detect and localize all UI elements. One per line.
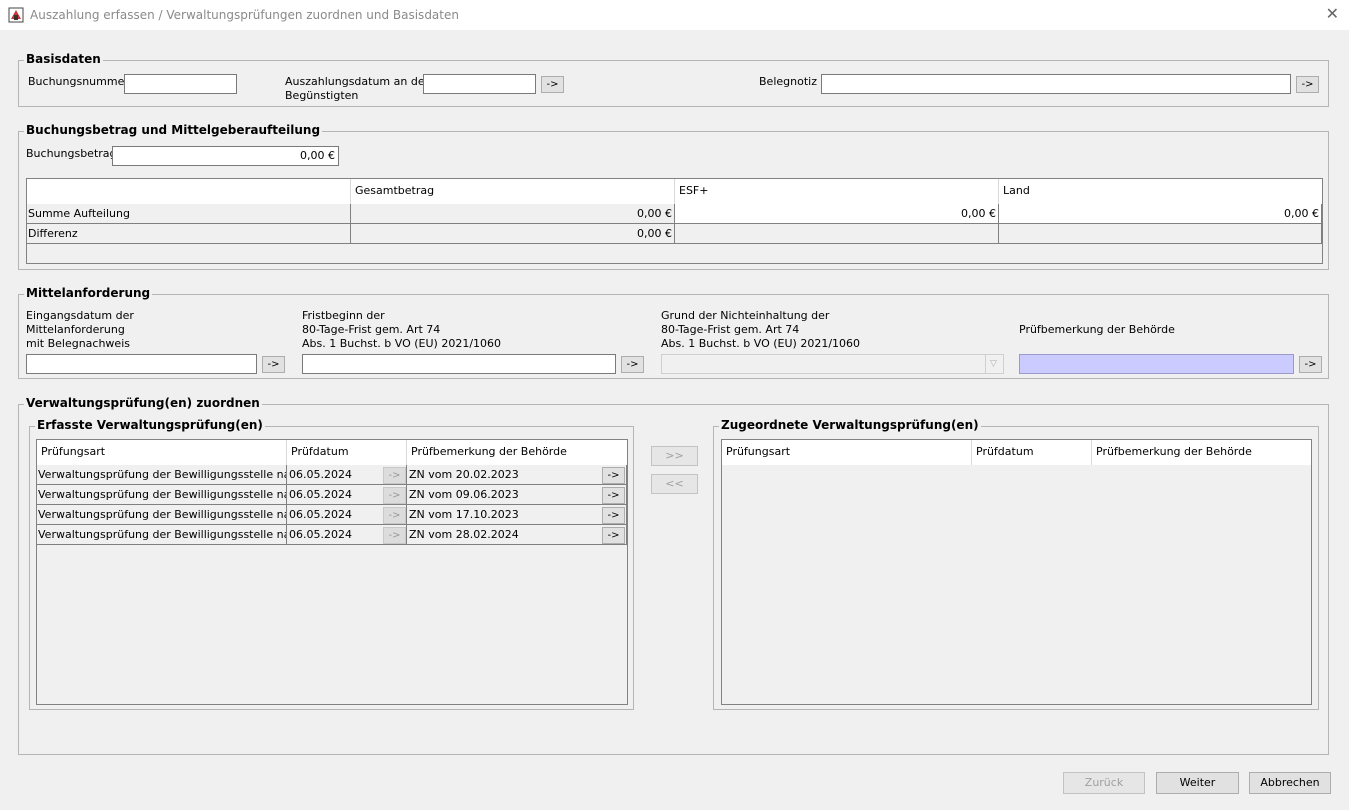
buchungsbetrag-input[interactable]: 0,00 € xyxy=(112,146,339,166)
eingang-label-1: Eingangsdatum der xyxy=(26,309,134,322)
auszahlungsdatum-input[interactable] xyxy=(423,74,536,94)
row-datum-arrow-button: -> xyxy=(383,507,406,524)
table-header-land: Land xyxy=(999,179,1322,204)
table-cell-esf xyxy=(675,224,999,244)
row-bemerkung-arrow-button[interactable]: -> xyxy=(602,507,625,524)
eingang-label-2: Mittelanforderung xyxy=(26,323,125,336)
pruef-label: Prüfbemerkung der Behörde xyxy=(1019,323,1175,336)
erfasst-header-datum: Prüfdatum xyxy=(287,440,407,465)
table-cell-gesamt: 0,00 € xyxy=(351,224,675,244)
erfasst-title: Erfasste Verwaltungsprüfung(en) xyxy=(35,418,265,432)
zugeordnet-header-bemerkung: Prüfbemerkung der Behörde xyxy=(1092,440,1311,465)
buchungsnummer-input[interactable] xyxy=(124,74,237,94)
pruef-arrow-button[interactable]: -> xyxy=(1299,356,1322,373)
next-button[interactable]: Weiter xyxy=(1156,772,1239,794)
auszahlungsdatum-label-1: Auszahlungsdatum an den xyxy=(285,75,432,88)
chevron-down-icon: ▽ xyxy=(985,355,1001,373)
row-pruefbemerkung: ZN vom 09.06.2023 xyxy=(407,485,627,505)
table-header-gesamtbetrag: Gesamtbetrag xyxy=(351,179,675,204)
mittelanforderung-title: Mittelanforderung xyxy=(24,286,153,300)
frist-label-2: 80-Tage-Frist gem. Art 74 xyxy=(302,323,441,336)
belegnotiz-label: Belegnotiz xyxy=(759,75,817,88)
close-icon[interactable]: ✕ xyxy=(1326,5,1339,23)
table-row-label: Differenz xyxy=(27,224,351,244)
table-row[interactable]: Verwaltungsprüfung der Bewilligungsstell… xyxy=(37,505,627,525)
verwaltung-title: Verwaltungsprüfung(en) zuordnen xyxy=(24,396,262,410)
table-cell-land[interactable]: 0,00 € xyxy=(999,204,1322,224)
row-pruefungsart: Verwaltungsprüfung der Bewilligungsstell… xyxy=(37,465,287,485)
frist-arrow-button[interactable]: -> xyxy=(621,356,644,373)
row-bemerkung-arrow-button[interactable]: -> xyxy=(602,527,625,544)
eingang-label-3: mit Belegnachweis xyxy=(26,337,130,350)
row-pruefbemerkung: ZN vom 28.02.2024 xyxy=(407,525,627,545)
frist-input[interactable] xyxy=(302,354,616,374)
app-icon xyxy=(8,7,24,23)
table-row[interactable]: Verwaltungsprüfung der Bewilligungsstell… xyxy=(37,485,627,505)
row-bemerkung-arrow-button[interactable]: -> xyxy=(602,487,625,504)
buchungsbetrag-label: Buchungsbetrag xyxy=(26,147,117,160)
table-header-empty xyxy=(27,179,351,204)
row-datum-arrow-button: -> xyxy=(383,527,406,544)
row-pruefbemerkung: ZN vom 20.02.2023 xyxy=(407,465,627,485)
row-pruefbemerkung: ZN vom 17.10.2023 xyxy=(407,505,627,525)
zugeordnet-header-datum: Prüfdatum xyxy=(972,440,1092,465)
zugeordnet-table[interactable]: Prüfungsart Prüfdatum Prüfbemerkung der … xyxy=(721,439,1312,705)
erfasst-table: Prüfungsart Prüfdatum Prüfbemerkung der … xyxy=(36,439,628,705)
grund-label-3: Abs. 1 Buchst. b VO (EU) 2021/1060 xyxy=(661,337,861,350)
table-cell-esf[interactable]: 0,00 € xyxy=(675,204,999,224)
row-pruefungsart: Verwaltungsprüfung der Bewilligungsstell… xyxy=(37,505,287,525)
move-left-button[interactable]: << xyxy=(651,474,698,494)
zugeordnet-title: Zugeordnete Verwaltungsprüfung(en) xyxy=(719,418,981,432)
table-cell-land xyxy=(999,224,1322,244)
table-row[interactable]: Verwaltungsprüfung der Bewilligungsstell… xyxy=(37,465,627,485)
eingang-arrow-button[interactable]: -> xyxy=(262,356,285,373)
auszahlungsdatum-arrow-button[interactable]: -> xyxy=(541,76,564,93)
table-header-esf: ESF+ xyxy=(675,179,999,204)
window-title: Auszahlung erfassen / Verwaltungsprüfung… xyxy=(30,8,459,22)
basisdaten-title: Basisdaten xyxy=(24,52,103,66)
erfasst-header-bemerkung: Prüfbemerkung der Behörde xyxy=(407,440,627,465)
cancel-button[interactable]: Abbrechen xyxy=(1249,772,1331,794)
buchungsnummer-label: Buchungsnummer xyxy=(28,75,129,88)
back-button[interactable]: Zurück xyxy=(1063,772,1145,794)
auszahlungsdatum-label-2: Begünstigten xyxy=(285,89,359,102)
grund-select[interactable]: ▽ xyxy=(661,354,1004,374)
grund-label-1: Grund der Nichteinhaltung der xyxy=(661,309,830,322)
row-bemerkung-arrow-button[interactable]: -> xyxy=(602,467,625,484)
table-cell-gesamt: 0,00 € xyxy=(351,204,675,224)
buchungsbetrag-title: Buchungsbetrag und Mittelgeberaufteilung xyxy=(24,123,323,137)
pruefbemerkung-input[interactable] xyxy=(1019,354,1294,374)
aufteilung-table: Gesamtbetrag ESF+ Land Summe Aufteilung … xyxy=(26,178,1323,264)
row-pruefungsart: Verwaltungsprüfung der Bewilligungsstell… xyxy=(37,525,287,545)
erfasst-header-art: Prüfungsart xyxy=(37,440,287,465)
row-pruefungsart: Verwaltungsprüfung der Bewilligungsstell… xyxy=(37,485,287,505)
frist-label-1: Fristbeginn der xyxy=(302,309,385,322)
move-right-button[interactable]: >> xyxy=(651,446,698,466)
frist-label-3: Abs. 1 Buchst. b VO (EU) 2021/1060 xyxy=(302,337,502,350)
eingang-input[interactable] xyxy=(26,354,257,374)
belegnotiz-input[interactable] xyxy=(821,74,1291,94)
belegnotiz-arrow-button[interactable]: -> xyxy=(1296,76,1319,93)
zugeordnet-header-art: Prüfungsart xyxy=(722,440,972,465)
table-row-label: Summe Aufteilung xyxy=(27,204,351,224)
row-datum-arrow-button: -> xyxy=(383,467,406,484)
title-bar: Auszahlung erfassen / Verwaltungsprüfung… xyxy=(0,0,1349,30)
table-row[interactable]: Verwaltungsprüfung der Bewilligungsstell… xyxy=(37,525,627,545)
grund-label-2: 80-Tage-Frist gem. Art 74 xyxy=(661,323,800,336)
row-datum-arrow-button: -> xyxy=(383,487,406,504)
